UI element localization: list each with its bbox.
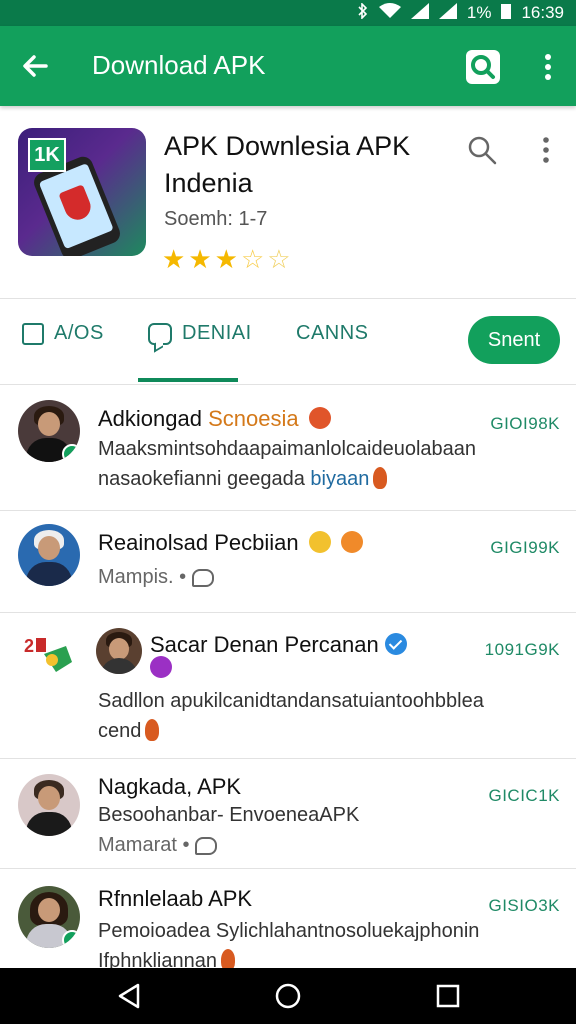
more-vert-icon[interactable] <box>536 134 556 168</box>
message-preview: Mampis. • <box>98 562 215 592</box>
avatar <box>18 774 80 836</box>
sender-name: Reainolsad Pecbiian <box>98 530 363 556</box>
smile-emoji-icon <box>308 531 331 553</box>
avatar <box>18 886 80 948</box>
avatar <box>18 524 80 586</box>
bluetooth-icon <box>357 1 369 24</box>
list-item[interactable]: Reainolsad Pecbiian GIGI99K Mampis. • <box>0 510 576 613</box>
system-nav-bar <box>0 968 576 1024</box>
app-bar-title: Download APK <box>92 50 266 80</box>
clock: 16:39 <box>521 3 564 22</box>
tab-label: DENIAI <box>182 322 252 344</box>
app-badge-icon: 2 <box>22 630 78 676</box>
timestamp: 1091G9K <box>484 640 560 659</box>
list-item[interactable]: Rfnnlelaab APK GISIO3K Pemoioadea Sylich… <box>0 868 576 968</box>
timestamp: GICIC1K <box>488 786 560 805</box>
home-nav-icon[interactable] <box>274 982 302 1010</box>
status-dot-icon <box>150 656 172 678</box>
check-badge-icon <box>62 444 80 462</box>
star-half-icon: ☆ <box>240 244 265 274</box>
list-item[interactable]: Nagkada, APK GICIC1K Besoohanbar- Envoen… <box>0 758 576 869</box>
message-preview: Pemoioadea Sylichlahantnosoluekajphonin … <box>98 916 479 968</box>
star-icon: ★ <box>162 244 186 274</box>
fire-icon <box>220 949 235 968</box>
fire-icon <box>145 719 160 741</box>
emoji-icon <box>340 531 363 553</box>
back-nav-icon[interactable] <box>116 982 144 1010</box>
timestamp: GIGI99K <box>490 538 560 557</box>
battery-icon <box>501 3 512 24</box>
timestamp: GIOI98K <box>490 414 560 433</box>
message-preview: Maaksmintsohdaapaimanlolcaideuolabaan na… <box>98 438 477 490</box>
wifi-icon <box>378 2 401 24</box>
svg-text:2: 2 <box>24 636 34 656</box>
star-icon: ★ <box>188 244 212 274</box>
search-icon[interactable] <box>466 134 498 166</box>
fire-icon <box>373 467 388 489</box>
app-logo-icon: 1K <box>18 128 146 256</box>
tab-canns[interactable]: CANNS <box>296 322 369 345</box>
sender-name: Rfnnlelaab APK <box>98 886 253 911</box>
rating-stars: ★ ★ ★ ☆ ☆ <box>162 246 291 272</box>
tab-label: A/OS <box>54 322 104 344</box>
avatar <box>96 628 142 674</box>
message-preview: Besoohanbar- EnvoeneaAPK Mamarat • <box>98 804 360 856</box>
back-arrow-icon[interactable] <box>18 48 54 84</box>
search-icon[interactable] <box>466 50 500 84</box>
chat-bubble-icon <box>148 322 172 345</box>
emoji-icon <box>308 407 331 429</box>
message-list[interactable]: Adkiongad Scnoesia GIOI98K Maaksmintsohd… <box>0 384 576 968</box>
message-preview: Sadllon apukilcanidtandansatuiantoohbble… <box>98 690 484 742</box>
recents-nav-icon[interactable] <box>434 982 462 1010</box>
sender-name: Adkiongad Scnoesia <box>98 406 331 432</box>
signal-icon-2 <box>438 2 457 24</box>
battery-percent: 1% <box>466 3 492 22</box>
tab-aos[interactable]: A/OS <box>22 322 104 345</box>
signal-icon <box>410 2 429 24</box>
checkbox-icon <box>22 322 44 345</box>
sender-name: Nagkada, APK <box>98 774 242 799</box>
app-bar: Download APK <box>0 26 576 106</box>
send-button[interactable]: Snent <box>468 316 560 364</box>
star-empty-icon: ☆ <box>267 244 291 274</box>
app-header: 1K APK Downlesia APK Indenia Soemh: 1-7 … <box>0 106 576 299</box>
share-icon[interactable] <box>192 569 215 587</box>
timestamp: GISIO3K <box>488 896 560 915</box>
sender-name: Sacar Denan Percanan <box>150 632 407 658</box>
list-item[interactable]: Adkiongad Scnoesia GIOI98K Maaksmintsohd… <box>0 384 576 511</box>
tab-label: CANNS <box>296 322 369 344</box>
tab-deniai[interactable]: DENIAI <box>148 322 252 345</box>
active-tab-indicator <box>138 378 238 382</box>
check-badge-icon <box>62 930 80 948</box>
app-name: APK Downlesia APK Indenia <box>164 131 411 198</box>
share-icon[interactable] <box>195 837 218 855</box>
tab-bar: A/OS DENIAI CANNS Snent <box>0 298 576 385</box>
status-bar: 1% 16:39 <box>0 0 576 26</box>
verified-icon <box>384 633 407 655</box>
star-icon: ★ <box>214 244 238 274</box>
app-subtitle: Soemh: 1-7 <box>164 208 268 230</box>
list-item[interactable]: 2 Sacar Denan Percanan 1091G9K Sadllon a… <box>0 612 576 759</box>
avatar <box>18 400 80 462</box>
more-vert-icon[interactable] <box>536 52 560 82</box>
